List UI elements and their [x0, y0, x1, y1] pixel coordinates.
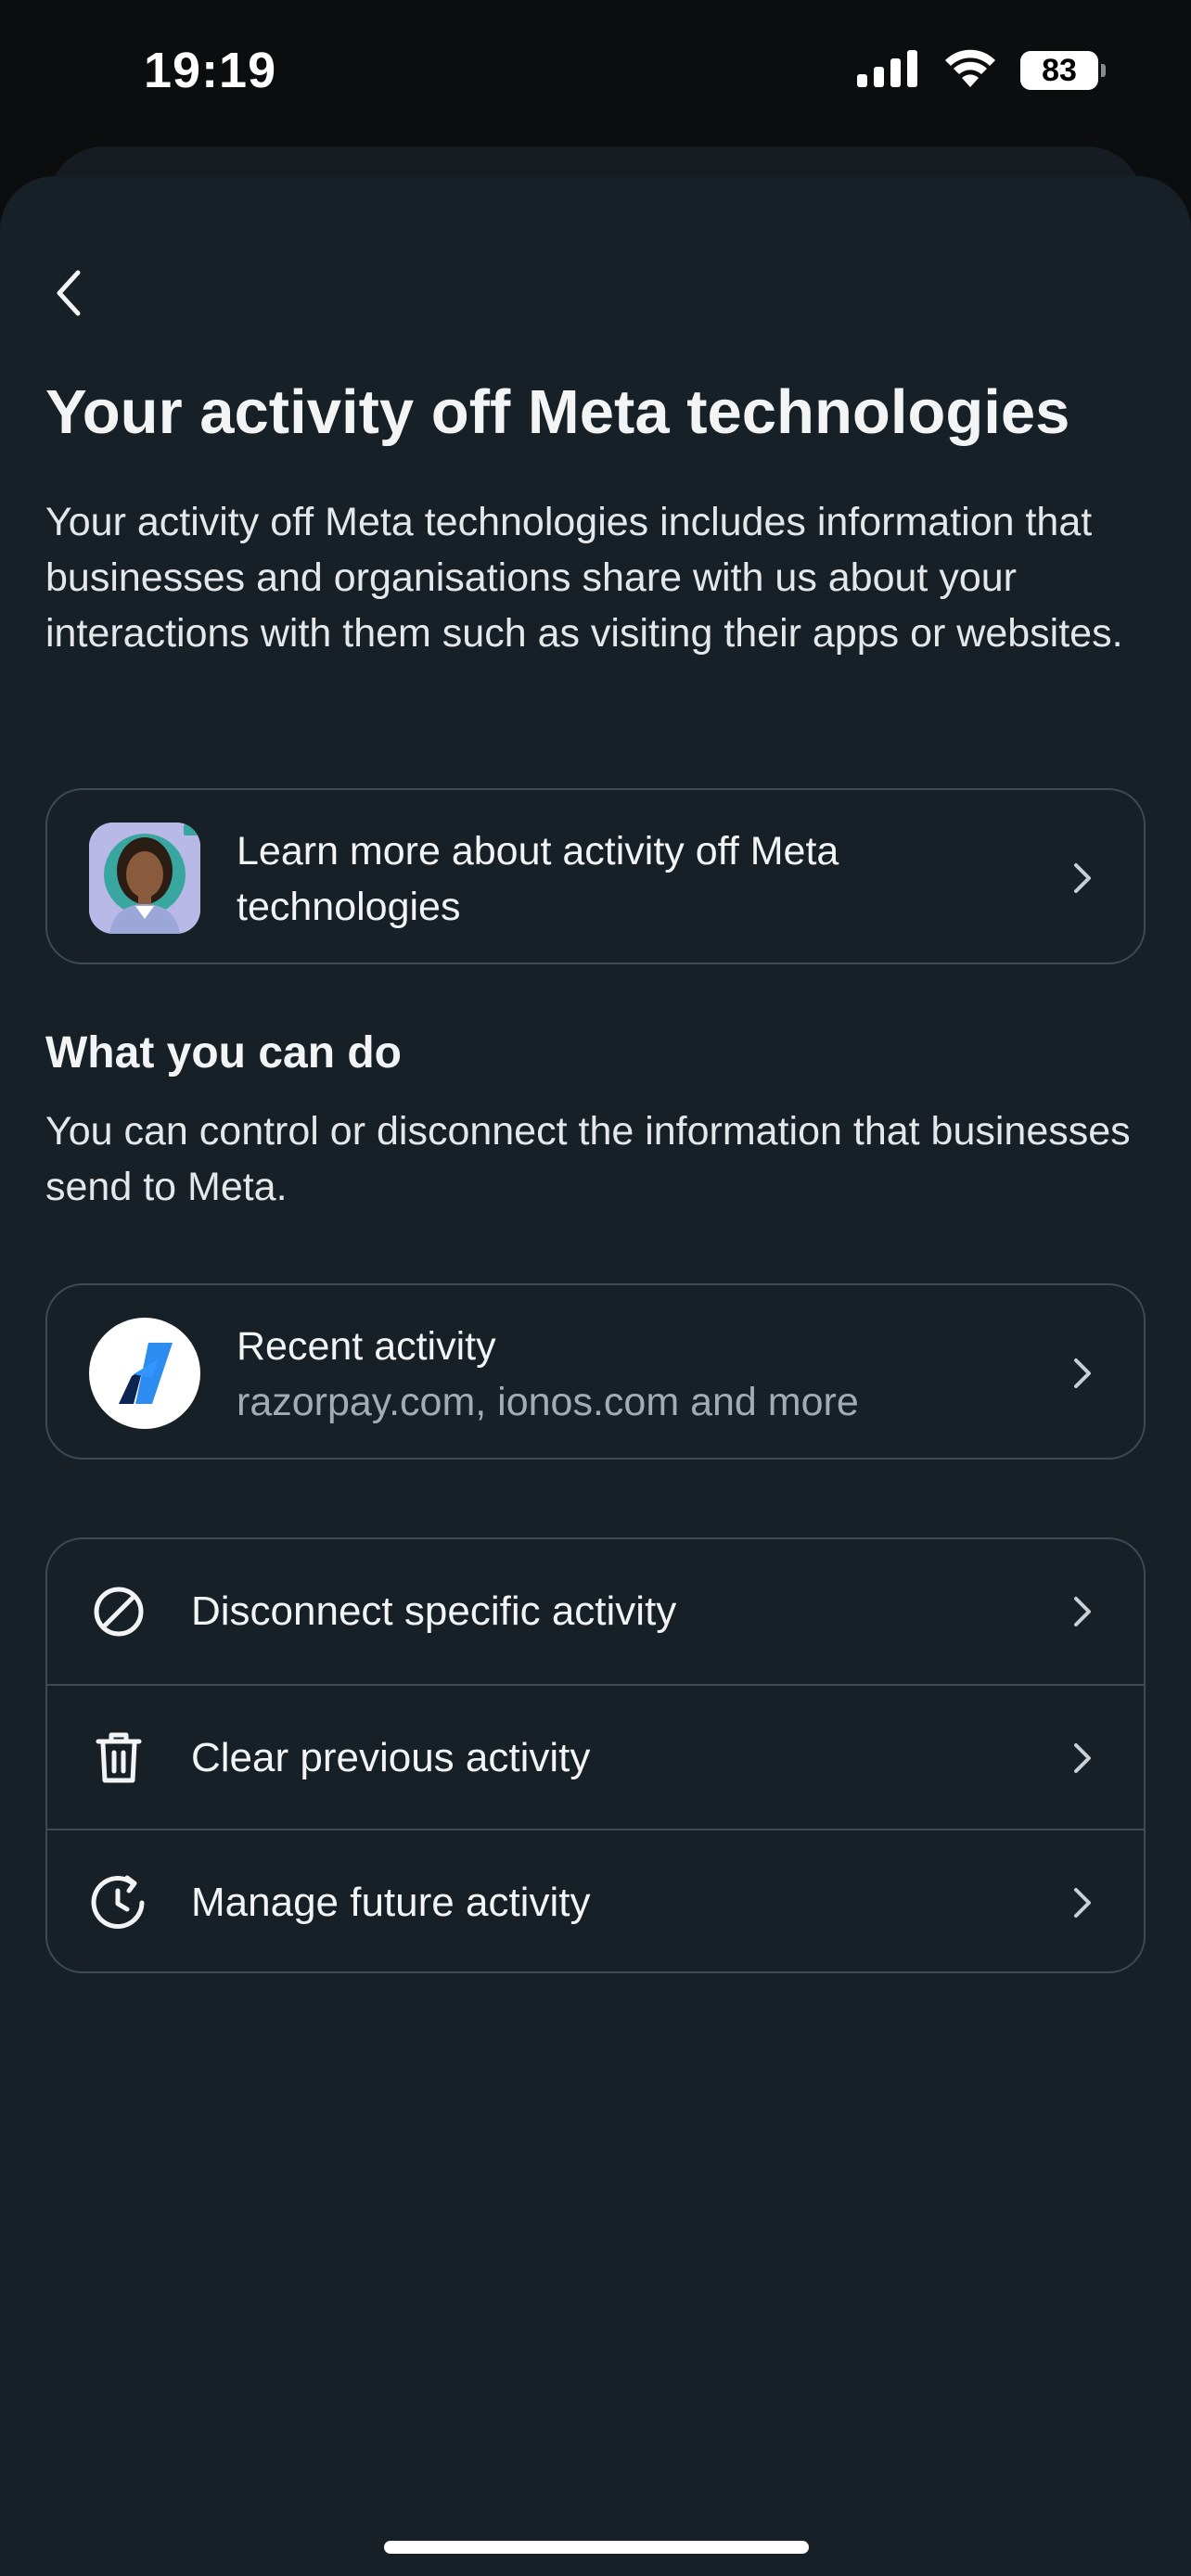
recent-activity-title: Recent activity — [237, 1324, 496, 1369]
avatar-illustration-icon — [89, 823, 200, 934]
action-label: Manage future activity — [191, 1880, 591, 1925]
signal-icon — [857, 49, 920, 92]
battery-level: 83 — [1042, 52, 1077, 88]
page-intro: Your activity off Meta technologies incl… — [45, 500, 1123, 656]
recent-activity-subtitle: razorpay.com, ionos.com and more — [237, 1380, 859, 1424]
chevron-right-icon — [1068, 1593, 1097, 1630]
block-icon — [89, 1582, 148, 1641]
section-description: You can control or disconnect the inform… — [45, 1109, 1131, 1209]
status-bar: 19:19 83 — [0, 0, 1191, 139]
chevron-left-icon — [57, 270, 81, 316]
clear-activity-row[interactable]: Clear previous activity — [47, 1684, 1144, 1829]
back-button[interactable] — [35, 260, 102, 326]
activity-sheet: Your activity off Meta technologies Your… — [0, 176, 1191, 2576]
trash-icon — [89, 1728, 148, 1788]
page-title: Your activity off Meta technologies — [45, 377, 1070, 447]
clock-refresh-icon — [89, 1873, 148, 1932]
chevron-right-icon — [1068, 1740, 1097, 1777]
battery-icon: 83 — [1020, 51, 1106, 90]
status-icons: 83 — [857, 46, 1106, 95]
action-label: Disconnect specific activity — [191, 1588, 677, 1634]
recent-activity-card[interactable]: Recent activity razorpay.com, ionos.com … — [45, 1283, 1146, 1460]
disconnect-activity-row[interactable]: Disconnect specific activity — [47, 1539, 1144, 1684]
status-time: 19:19 — [144, 43, 277, 98]
learn-more-label: Learn more about activity off Meta techn… — [237, 829, 839, 929]
chevron-right-icon — [1068, 1884, 1097, 1921]
section-heading: What you can do — [45, 1028, 402, 1078]
home-indicator[interactable] — [384, 2541, 809, 2554]
chevron-right-icon — [1068, 860, 1097, 897]
activity-actions-card: Disconnect specific activity Clear previ… — [45, 1537, 1146, 1973]
razorpay-logo-icon — [89, 1318, 200, 1429]
action-label: Clear previous activity — [191, 1735, 591, 1780]
chevron-right-icon — [1068, 1355, 1097, 1392]
manage-future-activity-row[interactable]: Manage future activity — [47, 1829, 1144, 1973]
wifi-icon — [942, 48, 998, 94]
learn-more-card[interactable]: Learn more about activity off Meta techn… — [45, 788, 1146, 964]
